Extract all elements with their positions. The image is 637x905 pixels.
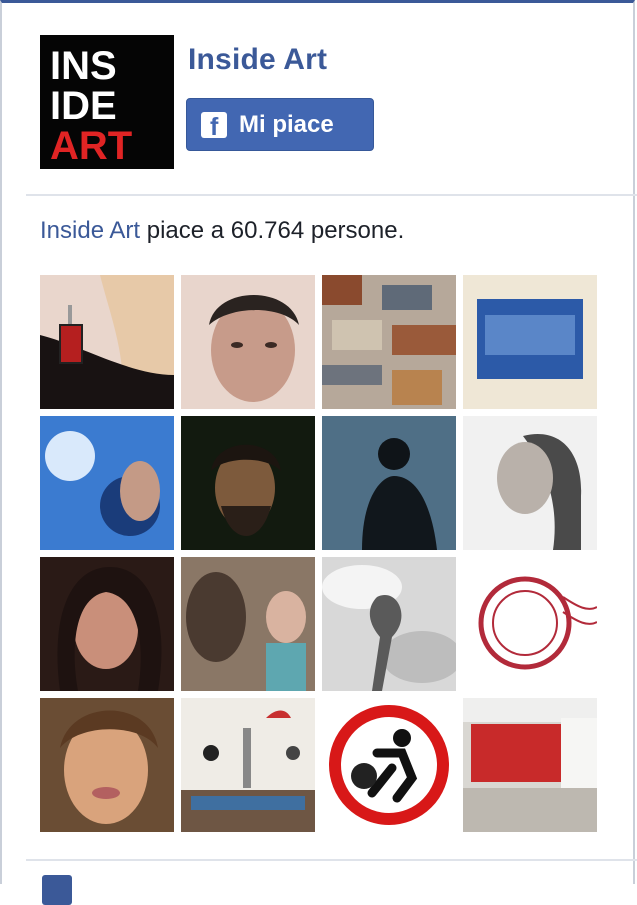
facebook-f-icon: f	[201, 111, 227, 141]
fan-photo-12[interactable]	[463, 557, 597, 691]
divider	[26, 194, 637, 196]
summary-page-link[interactable]: Inside Art	[40, 217, 140, 244]
logo-line-2: IDE	[50, 84, 117, 128]
fan-photo-8[interactable]	[463, 416, 597, 550]
fan-photo-6[interactable]	[181, 416, 315, 550]
page-plugin: INS IDE ART Inside Art f Mi piace Inside…	[0, 0, 637, 905]
fan-photo-1[interactable]	[40, 275, 174, 409]
facebook-f-glyph: f	[210, 112, 219, 141]
facebook-icon[interactable]	[42, 875, 72, 905]
fan-photo-10[interactable]	[181, 557, 315, 691]
like-button-label: Mi piace	[239, 110, 334, 138]
logo-line-3: ART	[50, 124, 132, 168]
fan-photo-14[interactable]	[181, 698, 315, 832]
page-name-link[interactable]: Inside Art	[188, 43, 327, 77]
logo-line-1: INS	[50, 44, 117, 88]
fan-photo-5[interactable]	[40, 416, 174, 550]
fan-count-summary: Inside Art piace a 60.764 persone.	[40, 217, 404, 245]
fan-photo-15[interactable]	[322, 698, 456, 832]
fan-photo-11[interactable]	[322, 557, 456, 691]
fan-photo-16[interactable]	[463, 698, 597, 832]
summary-text: piace a 60.764 persone.	[140, 217, 405, 244]
fan-photo-2[interactable]	[181, 275, 315, 409]
fan-photo-4[interactable]	[463, 275, 597, 409]
fan-photo-13[interactable]	[40, 698, 174, 832]
divider	[26, 859, 637, 861]
fan-photo-9[interactable]	[40, 557, 174, 691]
inside-art-logo-icon: INS IDE ART	[40, 35, 174, 169]
like-button[interactable]: f Mi piace	[186, 98, 374, 151]
fan-photo-7[interactable]	[322, 416, 456, 550]
fan-photo-grid	[40, 275, 597, 832]
page-logo[interactable]: INS IDE ART	[40, 35, 174, 169]
fan-photo-3[interactable]	[322, 275, 456, 409]
